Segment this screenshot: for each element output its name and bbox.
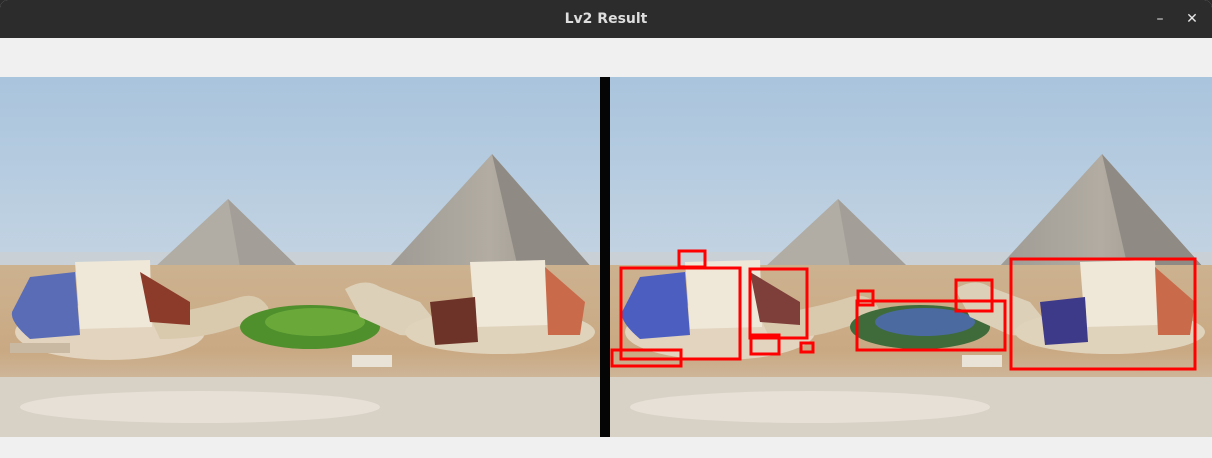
app-window: Lv2 Result – ✕ <box>0 0 1212 458</box>
title-bar[interactable]: Lv2 Result – ✕ <box>0 0 1212 38</box>
window-toolbar-area <box>0 38 1212 77</box>
original-image-panel <box>0 77 600 437</box>
panel-divider <box>600 77 610 437</box>
image-canvas <box>0 77 1212 437</box>
minimize-icon[interactable]: – <box>1150 9 1170 29</box>
window-bottom-strip <box>0 437 1212 458</box>
original-scene <box>0 77 600 437</box>
result-scene <box>610 77 1212 437</box>
window-title: Lv2 Result <box>564 11 648 27</box>
result-image-panel <box>610 77 1212 437</box>
close-icon[interactable]: ✕ <box>1182 9 1202 29</box>
